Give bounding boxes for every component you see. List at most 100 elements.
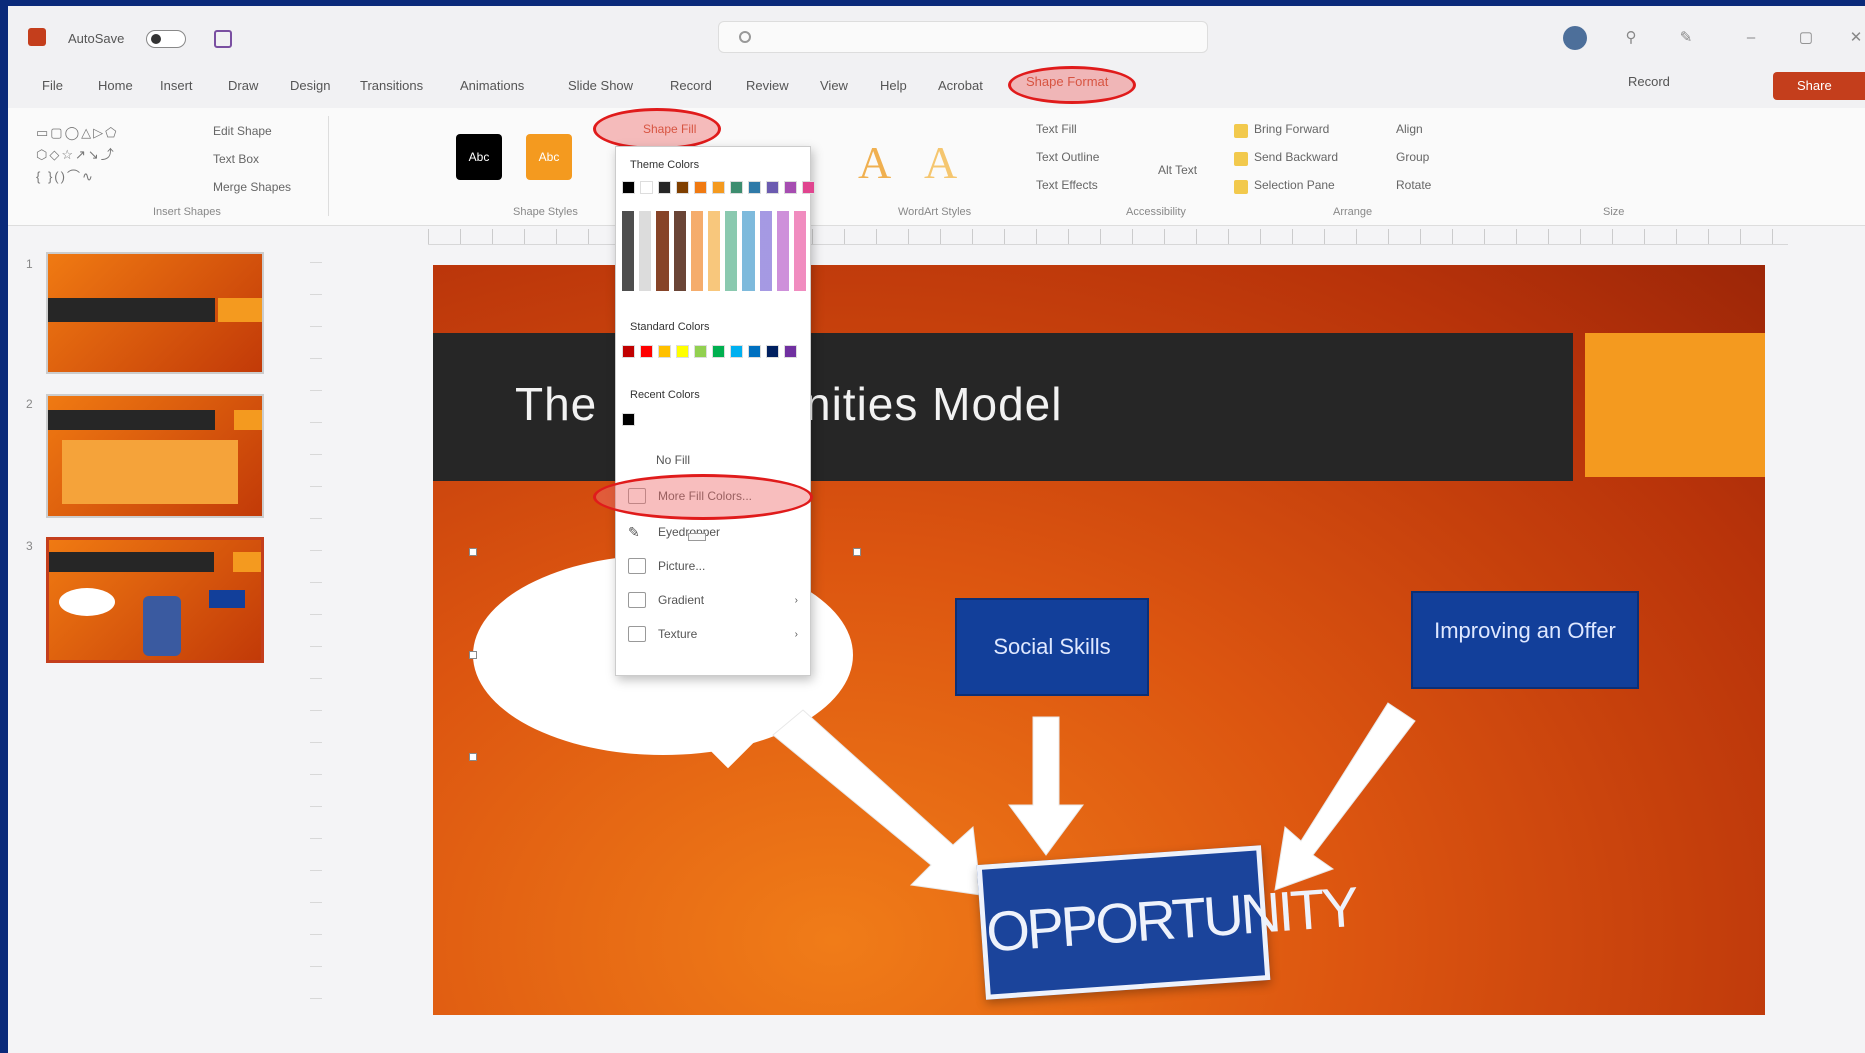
standard-color-swatch[interactable] [694, 345, 707, 358]
theme-color-swatch[interactable] [712, 181, 725, 194]
theme-color-swatch[interactable] [748, 181, 761, 194]
shade-column[interactable] [793, 211, 807, 291]
more-fill-colors-item[interactable]: More Fill Colors... [628, 483, 798, 509]
shade-column[interactable] [673, 211, 686, 291]
slide-thumbnail-3[interactable] [46, 537, 264, 663]
standard-color-swatch[interactable] [766, 345, 779, 358]
standard-color-swatch[interactable] [730, 345, 743, 358]
gradient-label: Gradient [658, 593, 705, 607]
tab-file[interactable]: File [42, 78, 63, 93]
shape-fill-dropdown: Theme Colors Standard Colors Recent Colo… [615, 146, 815, 676]
standard-color-swatch[interactable] [784, 345, 797, 358]
shade-column[interactable] [690, 211, 703, 291]
theme-color-swatch[interactable] [694, 181, 707, 194]
recent-color-swatch[interactable] [622, 413, 635, 426]
standard-color-swatch[interactable] [658, 345, 671, 358]
theme-colors-header: Theme Colors [630, 159, 700, 171]
maximize-icon[interactable]: ▢ [1798, 30, 1814, 46]
shape-fill-button[interactable]: Shape Fill [643, 122, 696, 136]
shade-column[interactable] [707, 211, 721, 291]
text-effects-button[interactable]: Text Effects [1036, 178, 1098, 192]
standard-color-swatch[interactable] [748, 345, 761, 358]
ribbon-separator [328, 116, 329, 216]
tab-insert[interactable]: Insert [160, 78, 193, 93]
shade-column[interactable] [622, 211, 635, 291]
shade-column[interactable] [759, 211, 772, 291]
selection-pane-button[interactable]: Selection Pane [1254, 178, 1335, 192]
no-fill-item[interactable]: No Fill [656, 447, 826, 473]
shape-style-orange[interactable]: Abc [526, 134, 572, 180]
wordart-style-1[interactable]: A [858, 136, 891, 189]
tab-animations[interactable]: Animations [460, 78, 524, 93]
shade-column[interactable] [742, 211, 755, 291]
close-icon[interactable]: ✕ [1848, 30, 1864, 46]
opportunity-sign[interactable]: OPPORTUNITY [976, 845, 1358, 1000]
group-button[interactable]: Group [1396, 150, 1429, 164]
slide-thumbnail-1[interactable] [46, 252, 264, 374]
shade-column[interactable] [725, 211, 738, 291]
slide-number: 3 [26, 539, 33, 553]
theme-color-swatch[interactable] [658, 181, 671, 194]
picture-item[interactable]: Picture... [628, 553, 798, 579]
group-label-shape-styles: Shape Styles [513, 206, 578, 218]
pen-icon[interactable]: ✎ [1678, 30, 1694, 46]
rotate-button[interactable]: Rotate [1396, 178, 1431, 192]
theme-color-swatch[interactable] [622, 181, 635, 194]
standard-color-swatch[interactable] [676, 345, 689, 358]
tab-review[interactable]: Review [746, 78, 789, 93]
tab-shape-format[interactable]: Shape Format [1026, 74, 1108, 89]
text-outline-button[interactable]: Text Outline [1036, 150, 1099, 164]
slide-thumbnail-2[interactable] [46, 394, 264, 518]
tab-slide-show[interactable]: Slide Show [568, 78, 633, 93]
theme-color-swatch[interactable] [766, 181, 779, 194]
tab-draw[interactable]: Draw [228, 78, 258, 93]
avatar[interactable] [1563, 26, 1587, 50]
shade-column[interactable] [656, 211, 669, 291]
slide-number: 2 [26, 397, 33, 411]
eyedropper-item[interactable]: ✎ Eyedropper [628, 519, 798, 545]
shape-style-black[interactable]: Abc [456, 134, 502, 180]
wordart-style-2[interactable]: A [924, 136, 957, 189]
standard-colors-header: Standard Colors [630, 321, 710, 333]
standard-color-swatch[interactable] [640, 345, 653, 358]
lightbulb-icon[interactable]: ⚲ [1623, 30, 1639, 46]
shade-column[interactable] [776, 211, 789, 291]
gradient-item[interactable]: Gradient › [628, 587, 798, 613]
tab-home[interactable]: Home [98, 78, 133, 93]
tab-help[interactable]: Help [880, 78, 907, 93]
texture-item[interactable]: Texture › [628, 621, 798, 647]
standard-swatch-row [622, 345, 797, 358]
alt-text-button[interactable]: Alt Text [1158, 163, 1197, 177]
tab-design[interactable]: Design [290, 78, 330, 93]
standard-color-swatch[interactable] [622, 345, 635, 358]
bring-forward-button[interactable]: Bring Forward [1254, 122, 1329, 136]
edit-shape-button[interactable]: Edit Shape [213, 124, 272, 138]
align-button[interactable]: Align [1396, 122, 1423, 136]
tab-view[interactable]: View [820, 78, 848, 93]
tab-transitions[interactable]: Transitions [360, 78, 423, 93]
send-backward-button[interactable]: Send Backward [1254, 150, 1338, 164]
tab-acrobat[interactable]: Acrobat [938, 78, 983, 93]
theme-color-swatch[interactable] [730, 181, 743, 194]
minimize-icon[interactable]: – [1743, 30, 1759, 46]
theme-color-swatch[interactable] [640, 181, 653, 194]
shapes-gallery[interactable]: ▭▢◯△▷⬠ ⬡◇☆↗↘⤴{ }()⌒∿ [36, 122, 186, 192]
slide-number: 1 [26, 257, 33, 271]
text-box-button[interactable]: Text Box [213, 152, 259, 166]
merge-shapes-button[interactable]: Merge Shapes [213, 180, 291, 194]
save-icon[interactable] [214, 30, 232, 48]
theme-color-swatch[interactable] [802, 181, 815, 194]
search-box[interactable] [718, 21, 1208, 53]
standard-color-swatch[interactable] [712, 345, 725, 358]
theme-color-swatch[interactable] [784, 181, 797, 194]
autosave-toggle[interactable] [146, 30, 186, 48]
share-button[interactable]: Share [1773, 72, 1865, 100]
tab-record[interactable]: Record [670, 78, 712, 93]
send-backward-icon [1234, 152, 1248, 166]
theme-color-swatch[interactable] [676, 181, 689, 194]
record-button[interactable]: Record [1628, 74, 1670, 89]
shade-column[interactable] [639, 211, 652, 291]
text-fill-button[interactable]: Text Fill [1036, 122, 1077, 136]
thumb-title-bar [48, 298, 215, 322]
slide-thumbnail-pane: 1 2 3 [8, 227, 318, 1017]
